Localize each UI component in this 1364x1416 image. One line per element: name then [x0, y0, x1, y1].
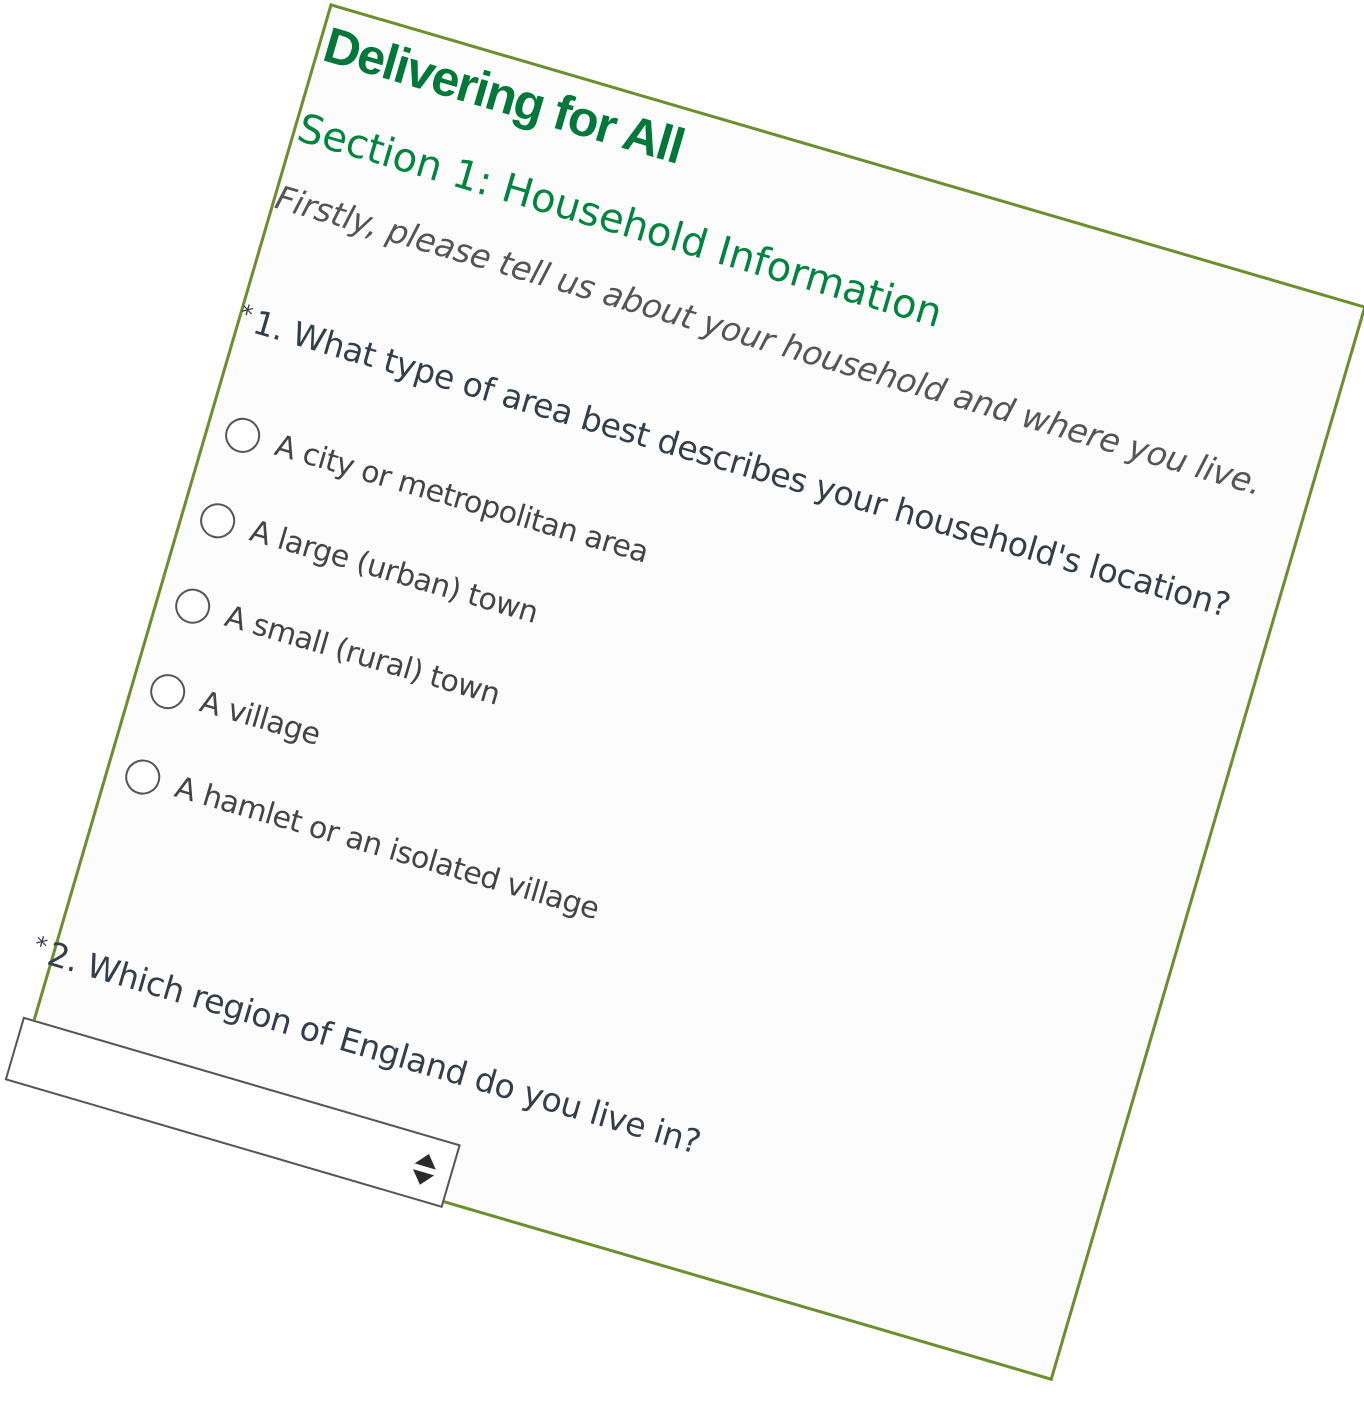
radio-empty-icon[interactable] — [221, 413, 265, 457]
radio-empty-icon[interactable] — [171, 584, 215, 628]
up-down-arrows-icon[interactable] — [408, 1149, 441, 1190]
option-label: A hamlet or an isolated village — [171, 769, 604, 927]
page: Delivering for All Section 1: Household … — [0, 0, 1364, 1416]
radio-empty-icon[interactable] — [146, 669, 190, 713]
option-label: A small (rural) town — [221, 598, 504, 713]
option-label: A village — [196, 684, 325, 753]
survey-content: Delivering for All Section 1: Household … — [4, 7, 1362, 1378]
option-hamlet[interactable]: A hamlet or an isolated village — [120, 751, 604, 931]
radio-empty-icon[interactable] — [196, 498, 240, 543]
option-village[interactable]: A village — [145, 665, 326, 756]
survey-card: Delivering for All Section 1: Household … — [4, 3, 1364, 1382]
radio-empty-icon[interactable] — [121, 754, 165, 799]
